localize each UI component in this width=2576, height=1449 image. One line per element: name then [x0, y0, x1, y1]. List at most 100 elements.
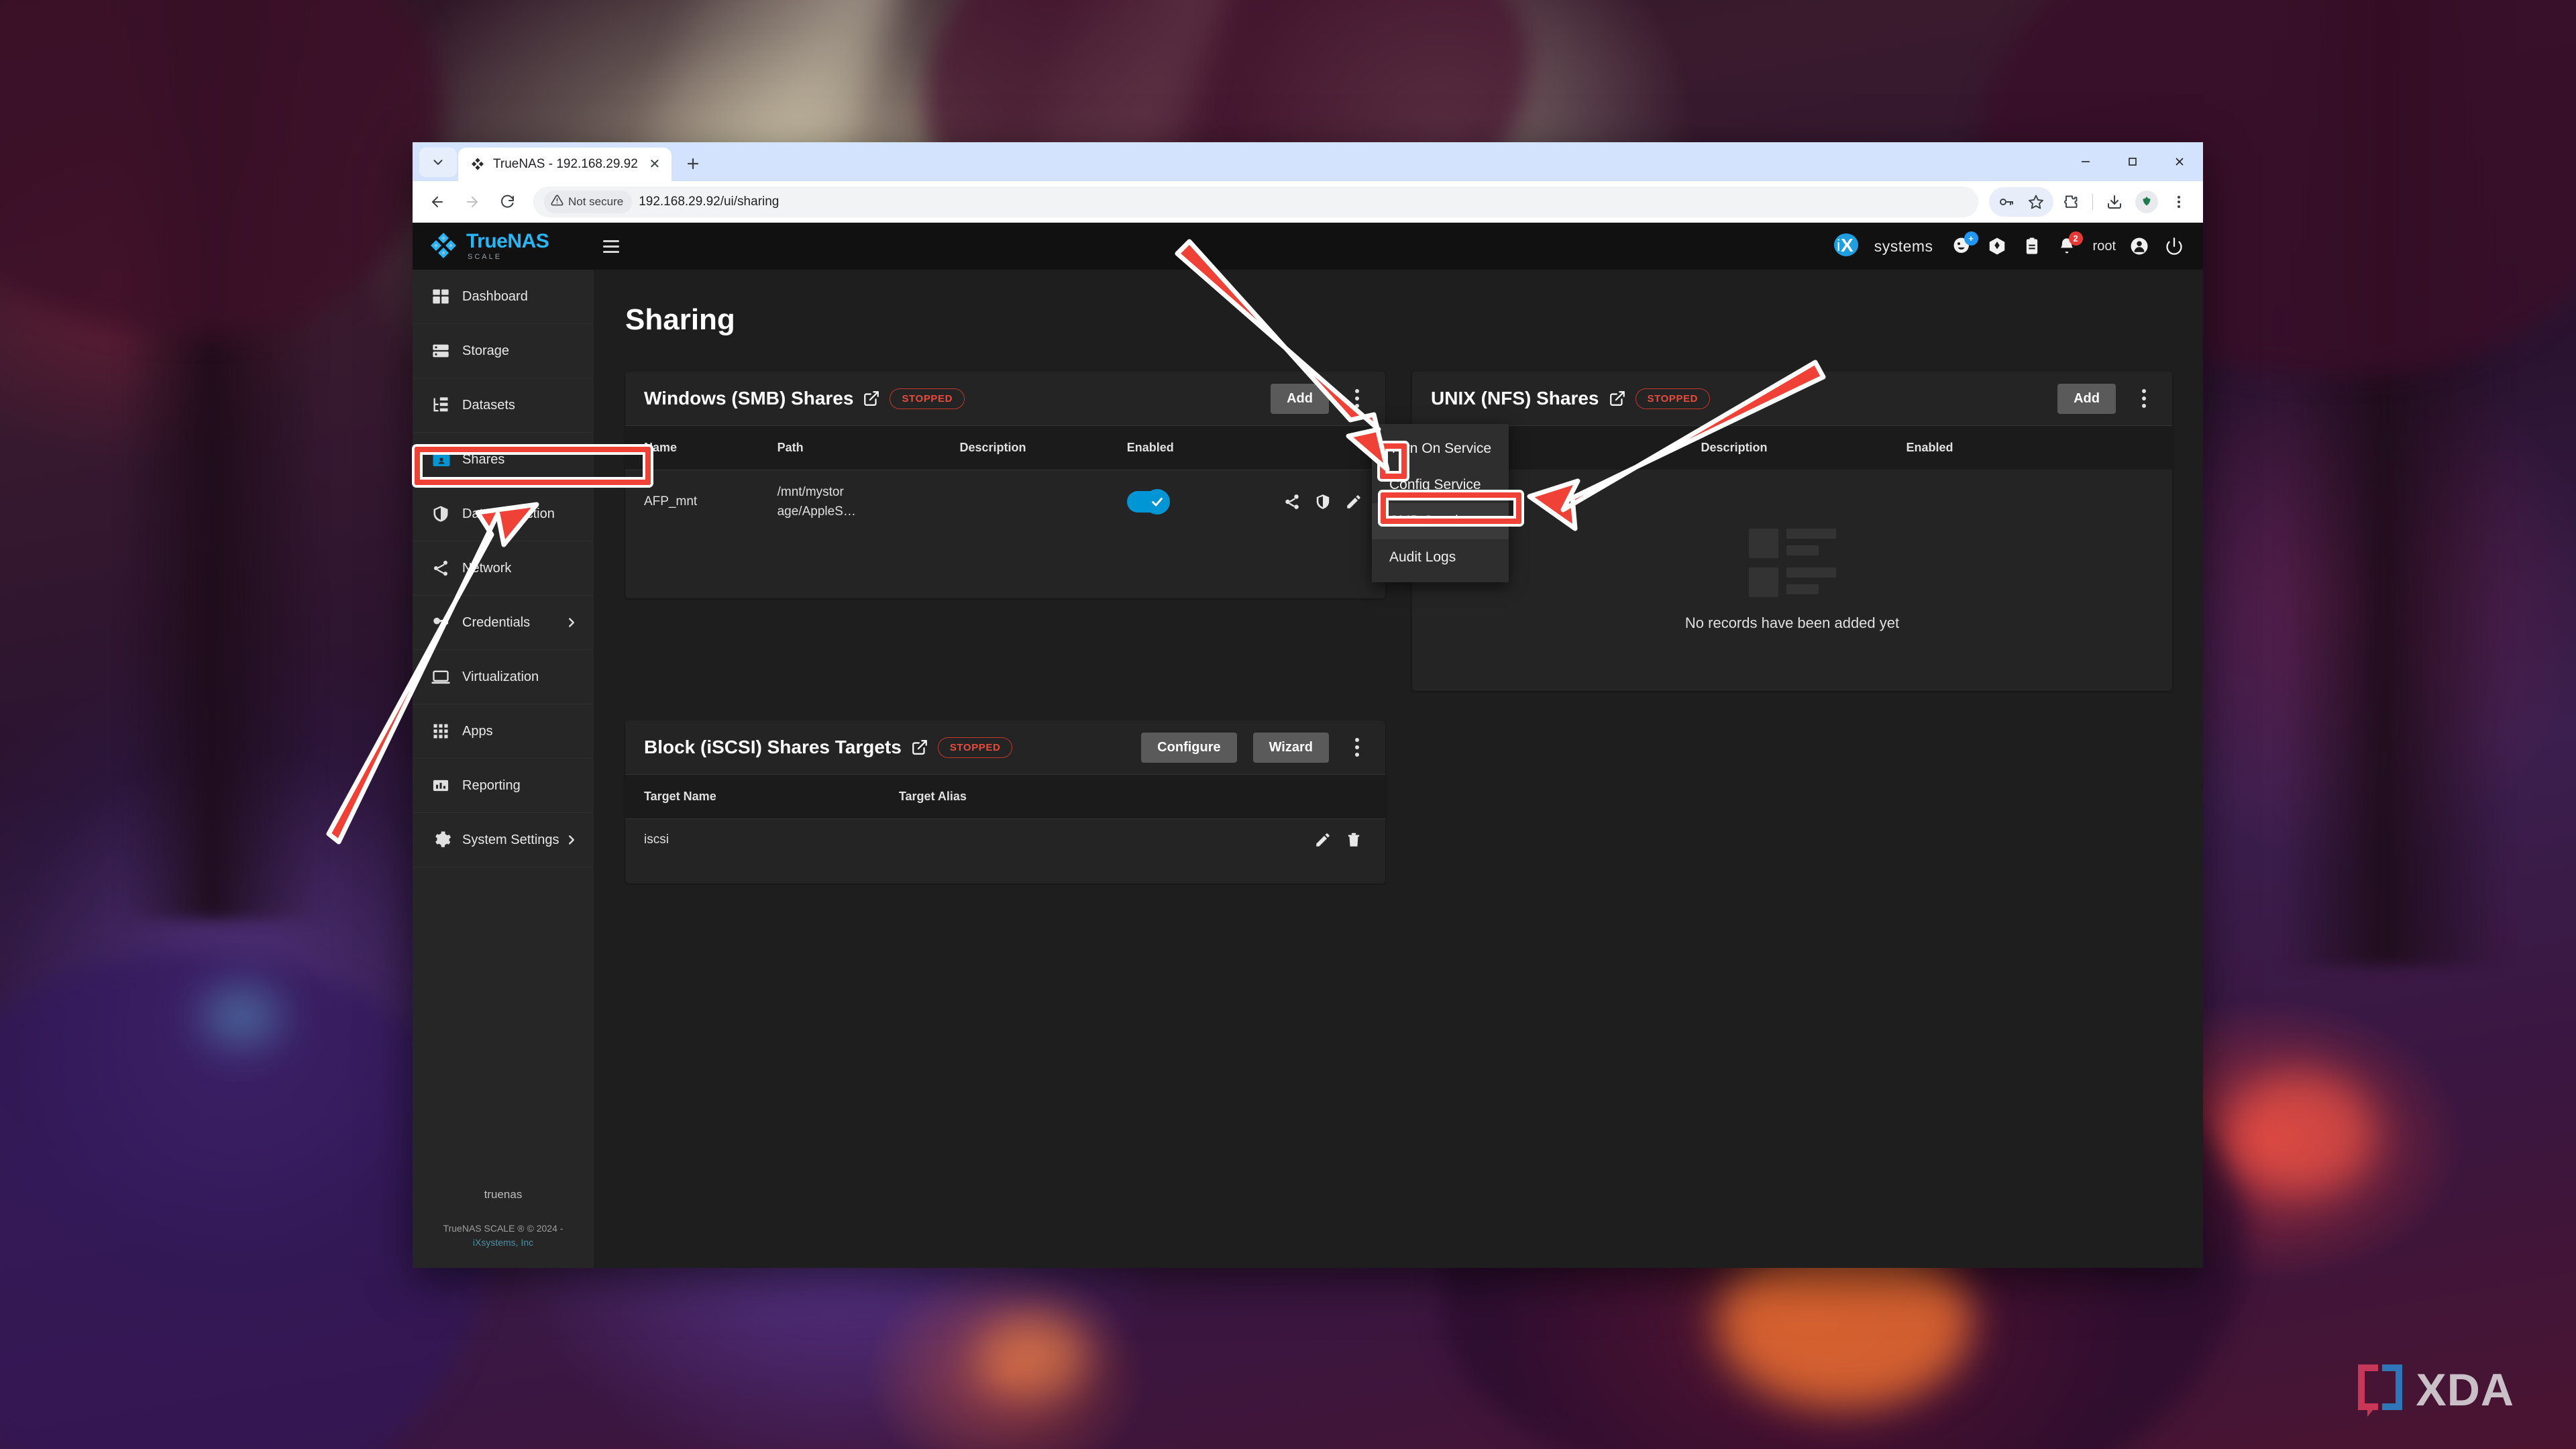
- smb-col-name: Name: [625, 425, 777, 470]
- svg-text:X: X: [1841, 235, 1854, 256]
- smb-row-description: [959, 469, 1127, 534]
- nfs-card-header: UNIX (NFS) Shares STOPPED Add: [1412, 372, 2172, 425]
- share-icon[interactable]: [1283, 493, 1301, 511]
- shares-cards-row: Windows (SMB) Shares STOPPED Add Name Pa…: [625, 372, 2172, 691]
- app-header: TrueNAS SCALE i X systems + 2 root: [413, 223, 2203, 270]
- iscsi-status-badge: STOPPED: [937, 737, 1013, 758]
- ixsystems-link[interactable]: iXsystems, Inc: [473, 1237, 533, 1248]
- add-user-icon[interactable]: +: [1951, 231, 1978, 258]
- sidebar-item-network[interactable]: Network: [413, 541, 594, 596]
- window-minimize-button[interactable]: [2062, 142, 2109, 181]
- smb-add-button[interactable]: Add: [1271, 383, 1329, 414]
- credentials-key-icon: [431, 613, 462, 632]
- smb-kebab-menu-button[interactable]: [1342, 382, 1372, 415]
- sidebar-item-system-settings[interactable]: System Settings: [413, 813, 594, 867]
- sidebar-item-apps[interactable]: Apps: [413, 704, 594, 759]
- truenas-logo[interactable]: TrueNAS SCALE: [429, 231, 596, 261]
- tab-close-icon[interactable]: ✕: [646, 156, 663, 173]
- browser-tab[interactable]: TrueNAS - 192.168.29.92 ✕: [458, 148, 672, 181]
- smb-card-padding: [625, 534, 1385, 598]
- app-body: Dashboard Storage Datasets Shares Data P…: [413, 270, 2203, 1268]
- window-maximize-button[interactable]: [2109, 142, 2156, 181]
- jobs-clipboard-icon[interactable]: [2021, 235, 2043, 258]
- edit-pencil-icon[interactable]: [1345, 493, 1362, 511]
- empty-state-graphic: [1748, 529, 1836, 597]
- extensions-puzzle-icon[interactable]: [2056, 187, 2086, 217]
- security-shield-icon[interactable]: [1314, 493, 1332, 511]
- tab-search-chevron-icon[interactable]: [419, 148, 457, 177]
- delete-trash-icon[interactable]: [1345, 831, 1362, 849]
- ixsystems-label: systems: [1874, 237, 1933, 255]
- sidebar-item-label: Datasets: [462, 397, 515, 413]
- user-account-icon[interactable]: [2128, 235, 2151, 258]
- sidebar-item-dashboard[interactable]: Dashboard: [413, 270, 594, 324]
- nfs-add-button[interactable]: Add: [2057, 383, 2116, 414]
- nfs-table-header-row: Path Description Enabled: [1412, 425, 2172, 470]
- sidebar-item-shares[interactable]: Shares: [413, 433, 594, 487]
- virtualization-icon: [431, 667, 462, 686]
- iscsi-col-target-name: Target Name: [625, 774, 899, 819]
- window-controls: [2062, 142, 2203, 181]
- notifications-badge: 2: [2068, 231, 2083, 246]
- sidebar-item-datasets[interactable]: Datasets: [413, 378, 594, 433]
- external-link-icon[interactable]: [911, 739, 928, 756]
- table-row[interactable]: AFP_mnt /mnt/mystor age/AppleS…: [625, 469, 1385, 534]
- truenas-cloud-icon[interactable]: [1986, 235, 2008, 258]
- password-key-icon[interactable]: [1992, 187, 2021, 217]
- bookmark-star-icon[interactable]: [2021, 187, 2051, 217]
- reload-button[interactable]: [492, 186, 523, 217]
- sidebar-item-label: Dashboard: [462, 288, 528, 304]
- sidebar-item-reporting[interactable]: Reporting: [413, 759, 594, 813]
- smb-card-title: Windows (SMB) Shares: [644, 388, 854, 409]
- hamburger-menu[interactable]: [603, 232, 631, 260]
- page-title: Sharing: [625, 303, 735, 336]
- back-button[interactable]: [422, 186, 453, 217]
- chrome-menu-icon[interactable]: [2164, 187, 2194, 217]
- iscsi-row-target-alias-cell: [898, 818, 1385, 861]
- iscsi-kebab-menu-button[interactable]: [1342, 731, 1372, 764]
- address-bar[interactable]: Not secure 192.168.29.92/ui/sharing: [533, 186, 1978, 217]
- smb-col-description: Description: [959, 425, 1127, 470]
- edit-pencil-icon[interactable]: [1314, 831, 1332, 849]
- nfs-kebab-menu-button[interactable]: [2129, 382, 2159, 415]
- chevron-right-icon: [564, 615, 579, 630]
- iscsi-configure-button[interactable]: Configure: [1141, 732, 1237, 763]
- datasets-icon: [431, 396, 462, 415]
- window-close-button[interactable]: [2156, 142, 2203, 181]
- not-secure-badge[interactable]: Not secure: [544, 190, 633, 213]
- copyright-label: TrueNAS SCALE ® © 2024 -: [443, 1222, 564, 1234]
- brand-edition: SCALE: [468, 253, 502, 261]
- nfs-col-description: Description: [1701, 425, 1907, 470]
- notifications-bell-icon[interactable]: 2: [2055, 231, 2083, 258]
- smb-path-line2: age/AppleS…: [777, 504, 856, 519]
- iscsi-card-padding: [625, 861, 1385, 883]
- menu-item-audit-logs[interactable]: Audit Logs: [1372, 539, 1509, 576]
- sidebar-item-label: Virtualization: [462, 669, 539, 684]
- menu-item-config-service[interactable]: Config Service: [1372, 467, 1509, 503]
- toggle-knob: [1144, 489, 1170, 515]
- table-row[interactable]: iscsi: [625, 818, 1385, 861]
- menu-item-turn-on-service[interactable]: Turn On Service: [1372, 431, 1509, 467]
- not-secure-label: Not secure: [568, 195, 624, 208]
- iscsi-card-header: Block (iSCSI) Shares Targets STOPPED Con…: [625, 720, 1385, 774]
- menu-item-smb-sessions[interactable]: SMB Sessions: [1372, 503, 1509, 539]
- new-tab-button[interactable]: [677, 148, 709, 180]
- sidebar-item-data-protection[interactable]: Data Protection: [413, 487, 594, 541]
- sidebar-item-storage[interactable]: Storage: [413, 324, 594, 378]
- iscsi-wizard-button[interactable]: Wizard: [1252, 732, 1329, 763]
- sidebar-item-credentials[interactable]: Credentials: [413, 596, 594, 650]
- sidebar-item-virtualization[interactable]: Virtualization: [413, 650, 594, 704]
- profile-avatar-icon[interactable]: [2132, 187, 2161, 217]
- nfs-card-title: UNIX (NFS) Shares: [1431, 388, 1599, 409]
- external-link-icon[interactable]: [863, 390, 880, 407]
- smb-status-badge: STOPPED: [890, 388, 965, 409]
- downloads-icon[interactable]: [2100, 187, 2129, 217]
- smb-shares-table: Name Path Description Enabled AFP_mnt /m…: [625, 425, 1385, 534]
- storage-icon: [431, 341, 462, 360]
- forward-button[interactable]: [457, 186, 488, 217]
- brand-true: True: [466, 230, 508, 252]
- power-icon[interactable]: [2163, 235, 2186, 258]
- external-link-icon[interactable]: [1609, 390, 1626, 407]
- smb-enabled-toggle[interactable]: [1126, 489, 1170, 515]
- avatar: [2135, 190, 2158, 213]
